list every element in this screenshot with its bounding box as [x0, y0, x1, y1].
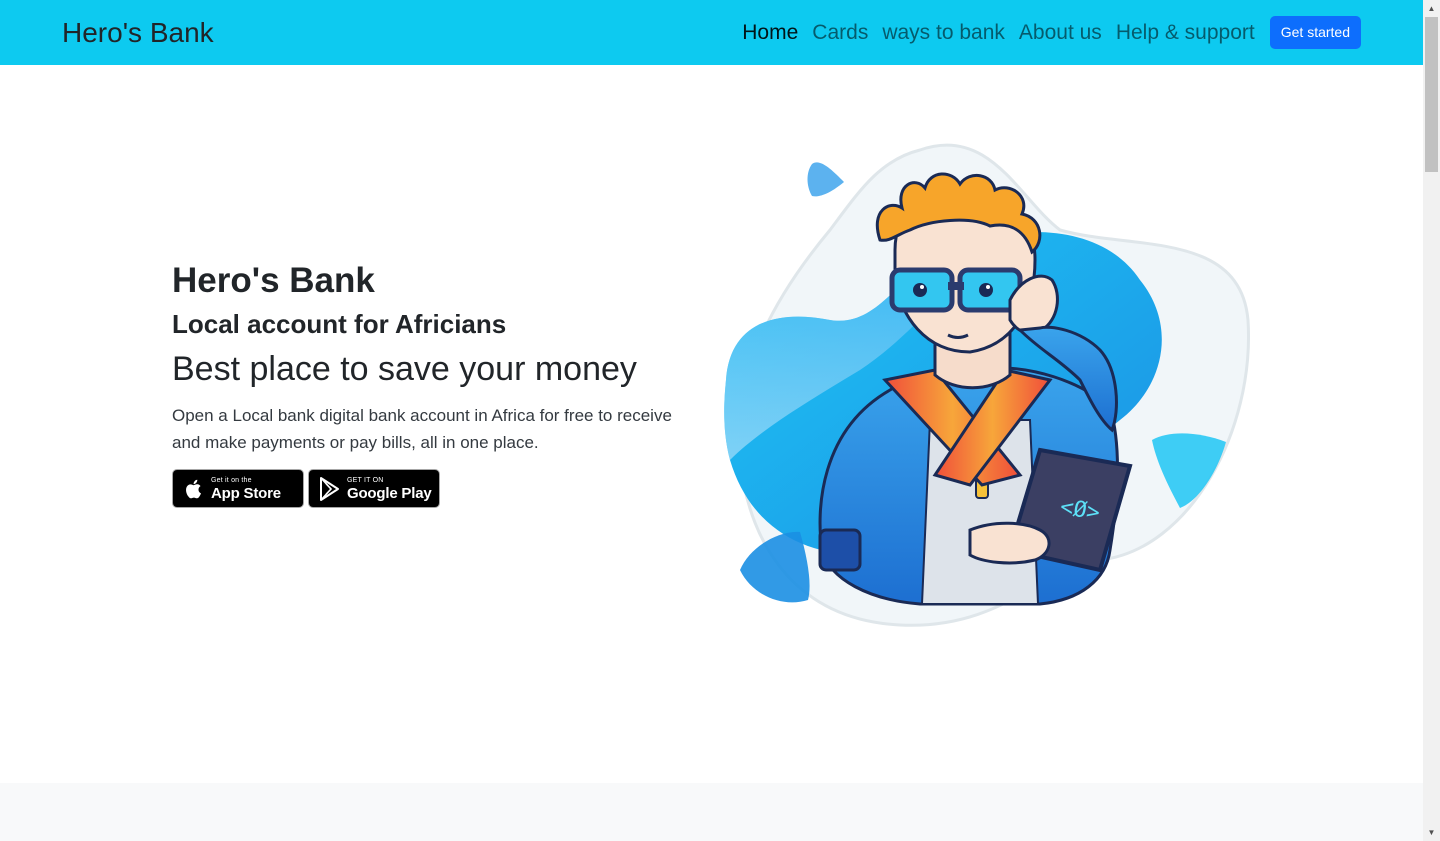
google-play-button[interactable]: GET IT ON Google Play [308, 469, 440, 508]
nav-link-ways-to-bank[interactable]: ways to bank [875, 18, 1012, 48]
character-hand-holding [968, 521, 1051, 565]
hero-subtitle: Local account for Africians [172, 309, 507, 339]
nav-link-about-us[interactable]: About us [1012, 18, 1109, 48]
page-scrollbar[interactable]: ▲ ▼ [1423, 0, 1440, 841]
app-store-label: App Store [211, 484, 281, 502]
brand-logo[interactable]: Hero's Bank [62, 14, 214, 52]
store-badges: Get it on the App Store GET IT ON Google… [172, 469, 712, 508]
hero-title: Hero's Bank [172, 261, 375, 300]
google-play-icon [317, 476, 343, 502]
get-started-button[interactable]: Get started [1269, 16, 1361, 49]
google-play-label: Google Play [347, 484, 432, 502]
scroll-thumb[interactable] [1425, 17, 1438, 172]
nav-link-cards[interactable]: Cards [805, 18, 875, 48]
nav-link-home[interactable]: Home [735, 18, 805, 48]
float-shape-top [807, 162, 844, 197]
navbar: Hero's Bank Home Cards ways to bank Abou… [0, 0, 1423, 65]
scroll-up-icon[interactable]: ▲ [1423, 0, 1440, 17]
hero-illustration: <Ø> [720, 130, 1260, 640]
next-section [0, 783, 1423, 841]
google-play-small-label: GET IT ON [347, 476, 384, 484]
float-shape-bottom [740, 531, 810, 603]
apple-icon [181, 476, 207, 502]
hero-description: Open a Local bank digital bank account i… [172, 406, 672, 452]
nav-menu: Home Cards ways to bank About us Help & … [735, 0, 1361, 65]
hero-tagline: Best place to save your money [172, 350, 637, 388]
nav-link-help-support[interactable]: Help & support [1109, 18, 1262, 48]
hero-text: Hero's Bank Local account for Africians … [172, 258, 712, 508]
scroll-down-icon[interactable]: ▼ [1423, 824, 1440, 841]
app-store-button[interactable]: Get it on the App Store [172, 469, 304, 508]
app-store-small-label: Get it on the [211, 476, 252, 484]
